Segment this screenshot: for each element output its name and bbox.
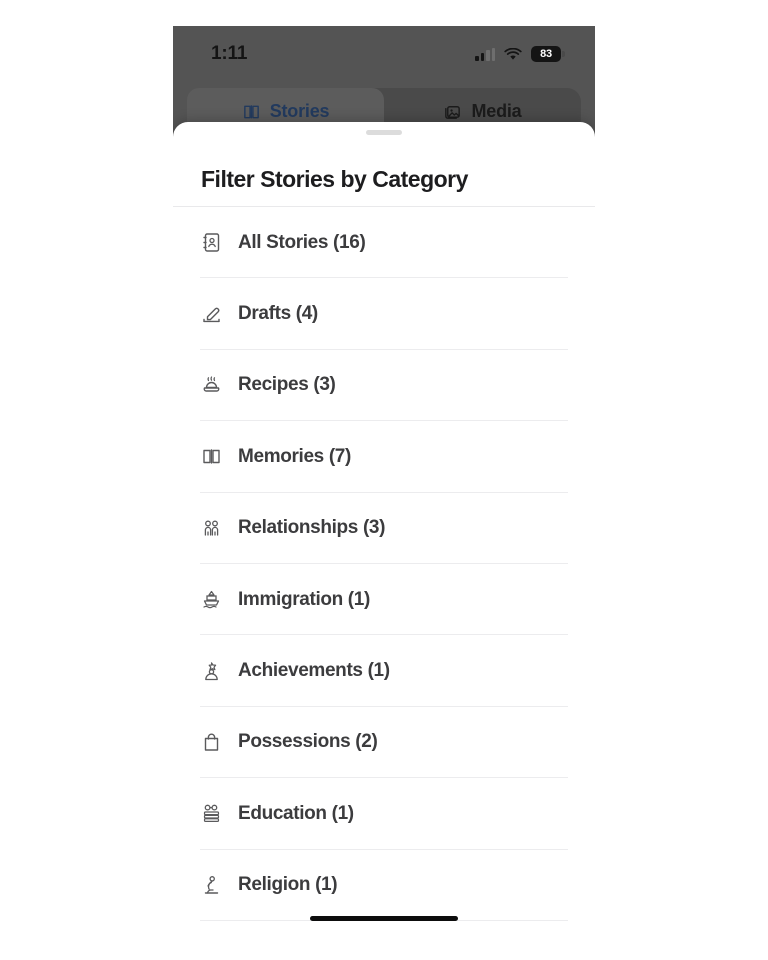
contact-book-icon bbox=[200, 231, 223, 254]
screenshot-canvas: 1:11 83 Stories Media Filter Stories by … bbox=[0, 0, 768, 960]
tab-media-label: Media bbox=[471, 100, 522, 121]
category-label: Education (1) bbox=[238, 802, 354, 824]
category-row-immigration[interactable]: Immigration (1) bbox=[173, 564, 595, 636]
sheet-drag-handle[interactable] bbox=[366, 130, 402, 135]
category-row-religion[interactable]: Religion (1) bbox=[173, 850, 595, 922]
status-time: 1:11 bbox=[211, 43, 248, 64]
book-icon bbox=[243, 104, 259, 118]
category-row-recipes[interactable]: Recipes (3) bbox=[173, 350, 595, 422]
sheet-title: Filter Stories by Category bbox=[201, 166, 468, 192]
category-row-achievements[interactable]: Achievements (1) bbox=[173, 635, 595, 708]
battery-icon: 83 bbox=[531, 46, 565, 62]
photos-icon bbox=[445, 105, 461, 119]
steaming-bowl-icon bbox=[200, 374, 223, 397]
open-book-icon bbox=[200, 445, 223, 468]
category-row-drafts[interactable]: Drafts (4) bbox=[173, 278, 595, 351]
praying-person-icon bbox=[200, 874, 223, 897]
battery-percent-label: 83 bbox=[540, 48, 552, 60]
person-medal-icon bbox=[200, 660, 223, 683]
wifi-icon bbox=[504, 47, 522, 60]
category-list: All Stories (16) Drafts (4) Recipes (3) … bbox=[173, 207, 595, 934]
category-label: Relationships (3) bbox=[238, 517, 386, 539]
category-label: Recipes (3) bbox=[238, 374, 336, 396]
battery-nub bbox=[562, 51, 565, 57]
category-label: Drafts (4) bbox=[238, 303, 318, 325]
status-bar: 1:11 83 bbox=[173, 26, 595, 82]
cellular-signal-icon bbox=[475, 47, 495, 61]
category-row-education[interactable]: Education (1) bbox=[173, 778, 595, 850]
status-indicators: 83 bbox=[475, 46, 565, 62]
category-label: Religion (1) bbox=[238, 874, 338, 896]
category-label: Possessions (2) bbox=[238, 731, 378, 753]
glasses-books-icon bbox=[200, 802, 223, 825]
pencil-signature-icon bbox=[200, 303, 223, 326]
filter-bottom-sheet: Filter Stories by Category All Stories (… bbox=[173, 122, 595, 934]
category-row-memories[interactable]: Memories (7) bbox=[173, 421, 595, 493]
tab-stories-label: Stories bbox=[269, 100, 330, 121]
category-label: Achievements (1) bbox=[238, 660, 390, 682]
category-label: Memories (7) bbox=[238, 445, 352, 467]
boat-icon bbox=[200, 588, 223, 611]
category-label: All Stories (16) bbox=[238, 231, 366, 253]
category-label: Immigration (1) bbox=[238, 588, 370, 610]
home-indicator-bar bbox=[310, 915, 458, 921]
category-row-all-stories[interactable]: All Stories (16) bbox=[173, 207, 595, 279]
category-row-relationships[interactable]: Relationships (3) bbox=[173, 493, 595, 565]
category-row-possessions[interactable]: Possessions (2) bbox=[173, 707, 595, 779]
two-people-icon bbox=[200, 517, 223, 540]
device-frame: 1:11 83 Stories Media Filter Stories by … bbox=[173, 26, 595, 934]
shopping-bag-icon bbox=[200, 731, 223, 754]
